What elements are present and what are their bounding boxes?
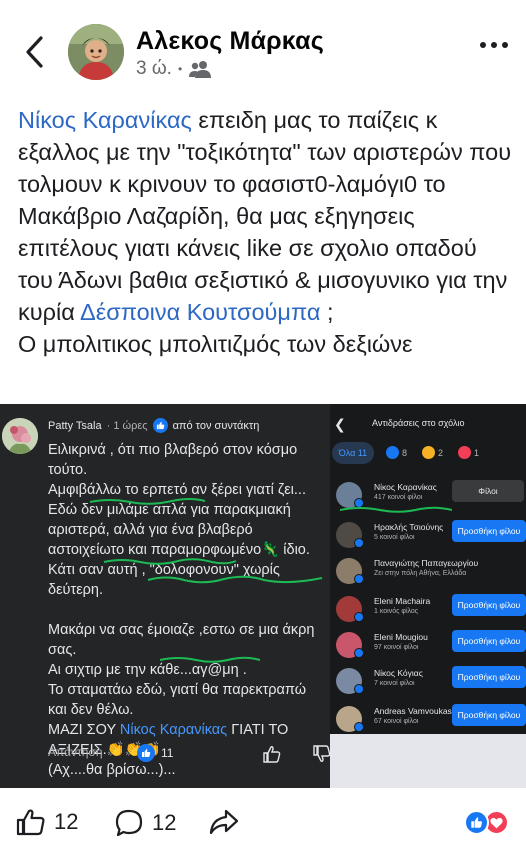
friends-icon <box>189 61 212 78</box>
tab-haha: 2 <box>422 446 443 459</box>
author-name[interactable]: Αλεκος Μάρκας <box>136 27 324 56</box>
friends-button: Φίλοι <box>452 480 524 502</box>
tab-all: Όλα 11 <box>332 442 374 464</box>
reaction-tabs: Όλα 11 8 2 1 <box>330 442 526 468</box>
post-text-part: Ο μπολιτικος μπολιτιζμός των δεξιώνε <box>18 331 413 357</box>
keyboard-area <box>330 734 526 788</box>
reaction-summary[interactable] <box>464 810 510 836</box>
post-body: Νίκος Καρανίκας επειδη μας το παίζεις κ … <box>18 104 518 360</box>
post-text-part: επειδη μας το παίζεις κ εξαλλος με την "… <box>18 107 512 325</box>
chevron-left-icon <box>26 36 43 68</box>
annotation-underline <box>340 506 452 513</box>
reactor-row: Eleni Mougiou 97 κοινοί φίλοι Προσθήκη φ… <box>330 630 526 670</box>
add-friend-button: Προσθήκη φίλου <box>452 704 526 726</box>
add-friend-button: Προσθήκη φίλου <box>452 666 526 688</box>
add-friend-button: Προσθήκη φίλου <box>452 630 526 652</box>
post-header: Αλεκος Μάρκας 3 ώ. • <box>0 0 526 100</box>
more-horizontal-icon <box>480 42 486 48</box>
comment-button[interactable]: 12 <box>114 808 176 838</box>
love-reaction-icon <box>458 446 471 459</box>
post-time[interactable]: 3 ώ. <box>136 58 172 80</box>
like-reaction-icon <box>386 446 399 459</box>
like-reaction-icon <box>137 744 155 762</box>
meta-separator: • <box>177 62 183 76</box>
thumbs-up-icon <box>16 809 45 836</box>
reactor-row: Νίκος Κόγιας 7 κοινοί φίλοι Προσθήκη φίλ… <box>330 666 526 706</box>
like-button[interactable]: 12 <box>16 808 78 836</box>
comment-screenshot: Patty Tsala · 1 ώρες από τον συντάκτη Ει… <box>0 404 331 788</box>
like-reaction-icon <box>354 684 364 694</box>
share-arrow-icon <box>209 809 239 835</box>
reactor-row: Νίκος Καρανίκας 417 κοινοί φίλοι Φίλοι <box>330 480 526 520</box>
like-reaction-icon <box>354 648 364 658</box>
tab-love: 1 <box>458 446 479 459</box>
like-count: 12 <box>54 809 79 834</box>
post-text-part: ; <box>320 299 334 325</box>
like-reaction-icon <box>354 722 364 732</box>
profile-photo <box>68 24 124 80</box>
like-reaction-icon <box>464 810 489 835</box>
add-friend-button: Προσθήκη φίλου <box>452 594 526 616</box>
like-reaction-icon <box>354 538 364 548</box>
more-options-button[interactable] <box>480 42 508 48</box>
back-arrow-icon: ❮ <box>334 416 346 432</box>
comment-like-count: 11 <box>137 744 173 762</box>
back-button[interactable] <box>14 30 54 74</box>
reactor-row: Ηρακλής Τσιούνης 5 κοινοί φίλοι Προσθήκη… <box>330 520 526 560</box>
avatar[interactable] <box>68 24 124 80</box>
like-reaction-icon <box>354 612 364 622</box>
thumbs-up-outline-icon <box>263 746 281 763</box>
comment-bubble-icon <box>115 809 143 837</box>
reactor-row: Παναγιώτης Παπαγεωργίου Ζει στην πόλη Αθ… <box>330 556 526 596</box>
post-meta: 3 ώ. • <box>136 58 212 80</box>
add-friend-button: Προσθήκη φίλου <box>452 520 526 542</box>
like-reaction-icon <box>354 574 364 584</box>
thumbs-down-outline-icon <box>313 745 331 762</box>
reactor-row: Eleni Machaira 1 κοινός φίλος Προσθήκη φ… <box>330 594 526 634</box>
post-actions: 12 12 <box>0 790 526 852</box>
share-button[interactable] <box>208 808 240 836</box>
annotation-underlines <box>89 498 323 663</box>
comment-count: 12 <box>152 810 177 835</box>
tab-like: 8 <box>386 446 407 459</box>
mention-link[interactable]: Δέσποινα Κουτσούμπα <box>80 299 320 325</box>
reactions-screenshot: ❮ Αντιδράσεις στο σχόλιο Όλα 11 8 2 1 Νί… <box>330 404 526 788</box>
reactions-title: Αντιδράσεις στο σχόλιο <box>372 418 465 428</box>
attached-image[interactable]: Patty Tsala · 1 ώρες από τον συντάκτη Ει… <box>0 404 526 788</box>
reply-link: Απάντηση <box>48 745 103 759</box>
mention-link[interactable]: Νίκος Καρανίκας <box>18 107 192 133</box>
haha-reaction-icon <box>422 446 435 459</box>
